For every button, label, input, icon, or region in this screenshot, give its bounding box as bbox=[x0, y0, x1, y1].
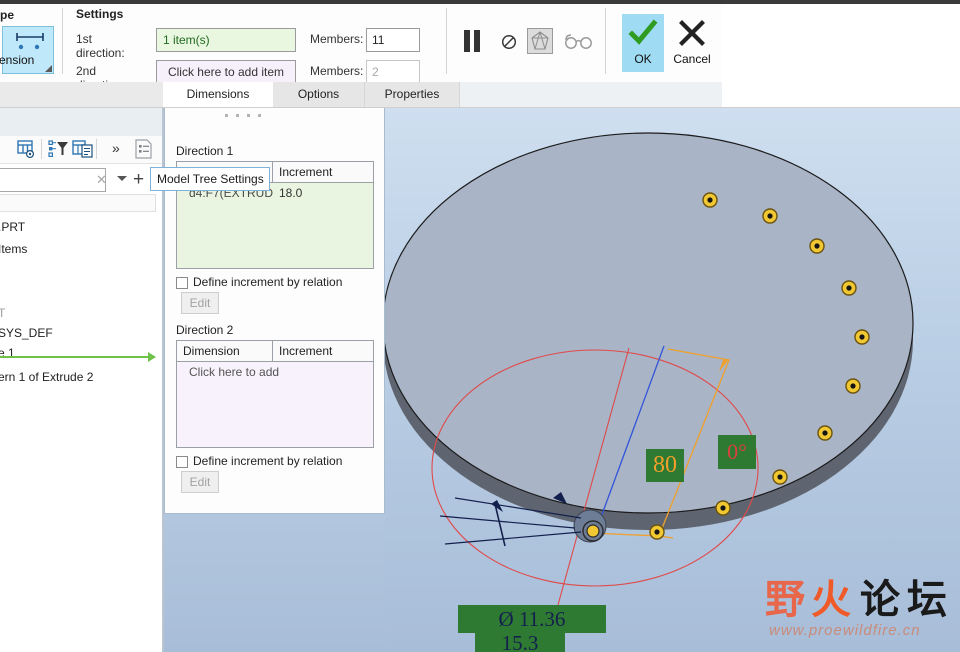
members-input-2[interactable]: 2 bbox=[366, 60, 420, 84]
direction-2-grid-body[interactable]: Click here to add bbox=[177, 362, 373, 447]
tree-item-design-items[interactable]: Items bbox=[0, 242, 27, 256]
direction-2-grid-header: Dimension Increment bbox=[177, 341, 373, 362]
search-input[interactable] bbox=[0, 168, 106, 192]
members-input-1[interactable]: 11 bbox=[366, 28, 420, 52]
cancel-button[interactable]: Cancel bbox=[664, 14, 720, 72]
direction-2-col-dimension: Dimension bbox=[177, 341, 273, 361]
graphics-viewport[interactable]: Ø 11.36 15.3 80 0° bbox=[385, 108, 960, 652]
first-direction-collector[interactable]: 1 item(s) bbox=[156, 28, 296, 52]
direction-1-label: Direction 1 bbox=[176, 144, 234, 158]
chevron-down-icon[interactable] bbox=[117, 176, 127, 181]
cancel-button-label: Cancel bbox=[673, 52, 711, 66]
direction-1-relation-label: Define increment by relation bbox=[193, 275, 343, 289]
direction-2-edit-button[interactable]: Edit bbox=[181, 471, 219, 493]
direction-2-label: Direction 2 bbox=[176, 323, 234, 337]
angle-dimension-label[interactable]: 0° bbox=[718, 435, 756, 469]
tree-item-pattern[interactable]: ern 1 of Extrude 2 bbox=[0, 370, 93, 384]
dropdown-corner-icon[interactable] bbox=[45, 65, 52, 72]
pause-icon[interactable] bbox=[461, 28, 483, 57]
group-separator bbox=[62, 8, 63, 74]
direction-1-grid-body[interactable]: d4:F7(EXTRUDE_ 18.0 bbox=[177, 183, 373, 268]
watermark-char-3: 论 bbox=[860, 577, 902, 623]
settings-group-title: Settings bbox=[76, 7, 124, 21]
tree-item-part[interactable]: .PRT bbox=[0, 220, 25, 234]
filter-icon[interactable] bbox=[48, 139, 70, 162]
watermark-char-4: 坛 bbox=[907, 577, 949, 623]
insert-here-arrow bbox=[0, 356, 151, 358]
columns-icon[interactable] bbox=[16, 139, 36, 162]
model-tree-column-header bbox=[0, 194, 156, 212]
tab-options[interactable]: Options bbox=[273, 82, 365, 107]
direction-2-relation-label: Define increment by relation bbox=[193, 454, 343, 468]
ok-button-label: OK bbox=[634, 52, 652, 66]
watermark-char-1: 野 bbox=[765, 577, 807, 623]
tabstrip-lead bbox=[0, 82, 163, 107]
direction-2-add-item[interactable]: Click here to add bbox=[177, 362, 297, 382]
second-direction-collector[interactable]: Click here to add item bbox=[156, 60, 296, 84]
tooltip: Model Tree Settings bbox=[150, 167, 270, 191]
increment-dimension-label[interactable]: 80 bbox=[646, 449, 684, 482]
plus-icon[interactable]: + bbox=[133, 170, 144, 189]
check-icon bbox=[628, 18, 658, 51]
close-icon bbox=[677, 18, 707, 51]
distance-dimension-text: 15.3 bbox=[501, 631, 539, 652]
direction-1-edit-button[interactable]: Edit bbox=[181, 292, 219, 314]
tree-item-datum[interactable]: T bbox=[0, 306, 5, 320]
clear-icon[interactable]: ✕ bbox=[96, 172, 107, 188]
direction-2-col-increment: Increment bbox=[279, 344, 333, 358]
list-icon[interactable] bbox=[0, 140, 10, 161]
toolbar-divider-2 bbox=[96, 139, 97, 159]
direction-1-relation-checkbox[interactable] bbox=[176, 277, 188, 289]
no-entry-icon[interactable] bbox=[501, 34, 517, 53]
tree-settings-icon[interactable] bbox=[134, 139, 154, 164]
watermark-url: www.proewildfire.cn bbox=[769, 622, 921, 639]
tabstrip-right-blank bbox=[722, 82, 960, 107]
tabstrip-trailing bbox=[460, 82, 722, 107]
angle-dimension-text: 0° bbox=[727, 439, 747, 464]
insert-here-arrowhead bbox=[148, 352, 156, 362]
group-separator-3 bbox=[605, 8, 606, 74]
viewport-lower-left bbox=[164, 514, 385, 652]
direction-2-relation-checkbox[interactable] bbox=[176, 456, 188, 468]
model-tree-panel: » ✕ + .PRT Items T SYS_DEF e 1 ern 1 of … bbox=[0, 108, 163, 652]
watermark: 野 火 论 坛 www.proewildfire.cn bbox=[765, 578, 955, 644]
glasses-icon[interactable] bbox=[563, 32, 595, 53]
toolbar-divider bbox=[41, 139, 42, 159]
dashboard-tabs: Dimensions Options Properties bbox=[0, 82, 960, 108]
watermark-char-2: 火 bbox=[811, 577, 853, 623]
direction-1-row-increment[interactable]: 18.0 bbox=[273, 183, 373, 203]
dimension-pattern-type-button[interactable]: mension bbox=[0, 26, 54, 74]
model-tree-toolbar: » bbox=[0, 136, 162, 164]
distance-dimension-label[interactable]: 15.3 bbox=[475, 629, 565, 652]
ribbon: pe mension Settings 1st direction: 1 ite… bbox=[0, 0, 960, 92]
table-row[interactable]: Click here to add bbox=[177, 362, 373, 382]
panel-drag-handle[interactable] bbox=[225, 114, 263, 120]
ok-button[interactable]: OK bbox=[622, 14, 664, 72]
members-label-2: Members: bbox=[310, 64, 364, 78]
direction-1-col-increment: Increment bbox=[279, 165, 333, 179]
ribbon-right-blank bbox=[722, 4, 960, 82]
preview-tools bbox=[455, 24, 595, 60]
first-direction-label: 1st direction: bbox=[76, 32, 125, 60]
direction-2-grid[interactable]: Dimension Increment Click here to add bbox=[176, 340, 374, 448]
tab-properties[interactable]: Properties bbox=[365, 82, 460, 107]
type-group-title: pe bbox=[0, 8, 15, 22]
copy-tree-icon[interactable] bbox=[72, 139, 94, 162]
group-separator-2 bbox=[446, 8, 447, 74]
tree-item-csys[interactable]: SYS_DEF bbox=[0, 326, 53, 340]
wireframe-preview-icon[interactable] bbox=[527, 28, 553, 54]
tab-dimensions[interactable]: Dimensions bbox=[163, 82, 273, 107]
members-label-1: Members: bbox=[310, 32, 364, 46]
chevron-double-right-icon[interactable]: » bbox=[112, 140, 120, 156]
increment-dimension-text: 80 bbox=[653, 452, 677, 478]
type-group: pe mension bbox=[0, 4, 62, 82]
model-tree-titlebar bbox=[0, 108, 162, 136]
dimension-button-label: mension bbox=[0, 53, 35, 67]
